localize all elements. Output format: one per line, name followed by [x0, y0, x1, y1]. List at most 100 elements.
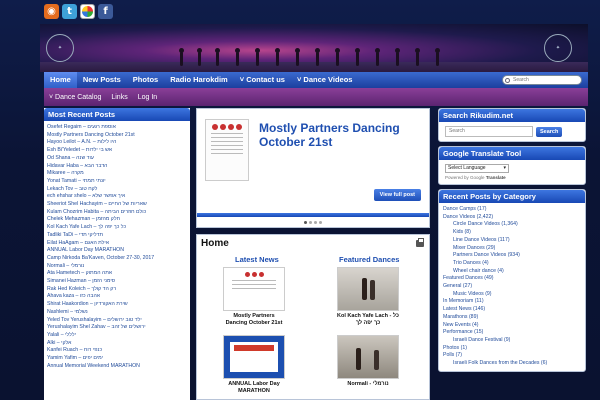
category-link[interactable]: Israeli Dance Festival (9) — [443, 337, 581, 345]
recent-post-link[interactable]: Camp Nirkoda Ba'Kaven, October 27-30, 20… — [47, 255, 187, 263]
category-link[interactable]: Dance Camps (17) — [443, 206, 581, 214]
nav-dance-videos[interactable]: ˅ Dance Videos — [291, 72, 359, 88]
category-link[interactable]: Featured Dances (49) — [443, 275, 581, 283]
dance-card-image[interactable] — [337, 335, 399, 379]
category-link[interactable]: Partners Dance Videos (934) — [443, 252, 581, 260]
recent-post-link[interactable]: Shirat Haakordion – שירת האקורדיון — [47, 301, 187, 309]
nav-home[interactable]: Home — [44, 72, 77, 88]
dance-card-caption[interactable]: Kol Kach Yafe Lach - כל כך יפה לך — [337, 313, 399, 326]
subnav-log-in[interactable]: Log In — [133, 94, 162, 101]
category-link[interactable]: Mixer Dances (29) — [443, 245, 581, 253]
recent-post-link[interactable]: Esh Bi'Yeledet – אש בי ילדות — [47, 147, 187, 155]
recent-post-link[interactable]: Nashlemi – נשלמי — [47, 309, 187, 317]
recent-post-link[interactable]: ANNUAL Labor Day MARATHON — [47, 247, 187, 255]
featured-dances-heading[interactable]: Featured Dances — [339, 255, 399, 264]
category-link[interactable]: Latest News (146) — [443, 306, 581, 314]
recent-post-link[interactable]: Mikaree – מקרה — [47, 170, 187, 178]
sidebar-search-input[interactable]: Search — [445, 126, 533, 137]
print-icon[interactable] — [416, 238, 424, 247]
recent-post-link[interactable]: Yamim Yafim – ימים יפים — [47, 355, 187, 363]
recent-post-link[interactable]: Ahava kaza – אהבה כזו — [47, 293, 187, 301]
recent-post-link[interactable]: Lekach Tov – לקח טוב — [47, 186, 187, 194]
recent-post-link[interactable]: Hidavar Haba – הדבר הבא — [47, 163, 187, 171]
category-link[interactable]: New Events (4) — [443, 322, 581, 330]
slider-dot[interactable] — [309, 221, 312, 224]
recent-post-link[interactable]: Eilat HaAgam – אילת האגם — [47, 240, 187, 248]
category-link[interactable]: Polls (7) — [443, 352, 581, 360]
recent-post-link[interactable]: Kanfei Ruach – כנפי רוח — [47, 347, 187, 355]
category-link[interactable]: Wheel chair dance (4) — [443, 268, 581, 276]
recent-post-link[interactable]: Hayoo Leilot – A.N. – היו לילות — [47, 139, 187, 147]
recent-post-link[interactable]: Alki – אלקי — [47, 340, 187, 348]
dance-card-caption[interactable]: Normali - נורמלי — [337, 381, 399, 388]
view-full-post-button[interactable]: View full post — [373, 189, 421, 201]
header-banner[interactable]: ✦ ✦ — [40, 24, 588, 72]
category-link[interactable]: Dance Videos (2,422) — [443, 214, 581, 222]
recent-posts-title: Most Recent Posts — [44, 108, 190, 121]
category-link[interactable]: Kids (8) — [443, 229, 581, 237]
right-sidebar: Search Rikudim.net Search Search Google … — [438, 108, 586, 400]
recent-post-link[interactable]: Yonat Tamati – יונתי תמתי — [47, 178, 187, 186]
category-link[interactable]: Performance (15) — [443, 329, 581, 337]
nav-photos[interactable]: Photos — [127, 72, 164, 88]
recent-post-link[interactable]: Yerushalayim Shel Zahav – ירושלים של זהב — [47, 324, 187, 332]
recent-post-link[interactable]: Kulam Chozrim Habita – כולם חוזרים הביתה — [47, 209, 187, 217]
featured-thumbnail[interactable] — [205, 119, 249, 181]
category-link[interactable]: Line Dance Videos (117) — [443, 237, 581, 245]
dance-card[interactable]: Normali - נורמלי — [337, 335, 399, 388]
recent-post-link[interactable]: Osefet Regaim – אוספת רגעים — [47, 124, 187, 132]
recent-post-link[interactable]: ech ehshar shelo – איך אפשר שלא — [47, 193, 187, 201]
news-card-caption[interactable]: ANNUAL Labor Day MARATHON — [223, 381, 285, 394]
category-link[interactable]: General (27) — [443, 283, 581, 291]
news-card-caption[interactable]: Mostly Partners Dancing October 21st — [223, 313, 285, 326]
category-link[interactable]: Circle Dance Videos (1,364) — [443, 221, 581, 229]
recent-post-link[interactable]: Yalali – ילללי — [47, 332, 187, 340]
recent-post-link[interactable]: Ata Hametech – אתה המתוק — [47, 270, 187, 278]
recent-post-link[interactable]: Od Shana – עוד שנה — [47, 155, 187, 163]
category-link[interactable]: Israeli Folk Dances from the Decades (6) — [443, 360, 581, 368]
category-link[interactable]: Photos (1) — [443, 345, 581, 353]
translate-link[interactable]: Translate — [486, 175, 506, 180]
dance-card[interactable]: Kol Kach Yafe Lach - כל כך יפה לך — [337, 267, 399, 326]
news-card[interactable]: ANNUAL Labor Day MARATHON — [223, 335, 285, 394]
recent-post-link[interactable]: Kol Kach Yafe Lach – כל כך יפה לך — [47, 224, 187, 232]
subnav-links[interactable]: Links — [106, 94, 132, 101]
category-link[interactable]: Music Videos (9) — [443, 291, 581, 299]
picasa-icon[interactable] — [80, 4, 95, 19]
news-card-image[interactable] — [223, 335, 285, 379]
rss-icon[interactable]: ◉ — [44, 4, 59, 19]
recent-post-link[interactable]: Mostly Partners Dancing October 21st — [47, 132, 187, 140]
slider-dot[interactable] — [319, 221, 322, 224]
latest-news-heading[interactable]: Latest News — [235, 255, 279, 264]
language-select[interactable]: Select Language — [445, 164, 509, 173]
news-card[interactable]: Mostly Partners Dancing October 21st — [223, 267, 285, 326]
recent-post-link[interactable]: Sheeriot Shel Hachayim – שאריות של החיים — [47, 201, 187, 209]
category-link[interactable]: Trio Dances (4) — [443, 260, 581, 268]
nav-contact-us[interactable]: ˅ Contact us — [234, 72, 291, 88]
category-link[interactable]: In Memoriam (11) — [443, 298, 581, 306]
nav-radio-harokdim[interactable]: Radio Harokdim — [164, 72, 234, 88]
dance-card-image[interactable] — [337, 267, 399, 311]
google-label: Google — [470, 175, 485, 180]
news-card-image[interactable] — [223, 267, 285, 311]
sidebar-search-button[interactable]: Search — [536, 126, 563, 137]
slider-dot[interactable] — [304, 221, 307, 224]
category-link[interactable]: Marathons (89) — [443, 314, 581, 322]
slider-bar — [197, 213, 429, 217]
recent-post-link[interactable]: Yeled Tov Yerushalayim – ילד טוב ירושלים — [47, 317, 187, 325]
recent-post-link[interactable]: Rak Hed Koleich – רק הד קולך — [47, 286, 187, 294]
recent-post-link[interactable]: Tadliki TaDi – תדליקי תדי — [47, 232, 187, 240]
featured-title[interactable]: Mostly Partners Dancing October 21st — [259, 121, 419, 149]
recent-posts-list: Osefet Regaim – אוספת רגעים Mostly Partne… — [44, 121, 190, 371]
recent-post-link[interactable]: Annual Memorial Weekend MARATHON — [47, 363, 187, 371]
twitter-icon[interactable]: t — [62, 4, 77, 19]
slider-dot[interactable] — [314, 221, 317, 224]
nav-search-input[interactable]: Search — [502, 75, 582, 85]
dancer-silhouette — [275, 48, 280, 66]
facebook-icon[interactable]: f — [98, 4, 113, 19]
recent-post-link[interactable]: Simanei Hazman – סימני הזמן — [47, 278, 187, 286]
subnav-dance-catalog[interactable]: ˅ Dance Catalog — [44, 94, 106, 101]
nav-new-posts[interactable]: New Posts — [77, 72, 127, 88]
recent-post-link[interactable]: Normali – נורמלי — [47, 263, 187, 271]
recent-post-link[interactable]: Chelek Mehazman – חלק מהזמן — [47, 216, 187, 224]
